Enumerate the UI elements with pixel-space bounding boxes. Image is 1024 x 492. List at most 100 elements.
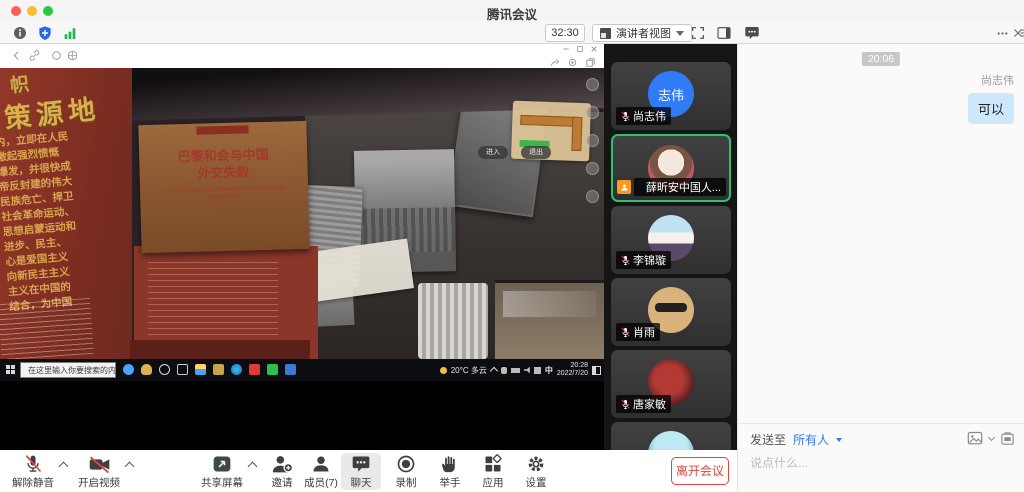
taskbar-date: 2022/7/20 [557, 370, 588, 377]
send-image-icon[interactable] [967, 431, 983, 446]
side-panel-toggle-icon[interactable] [716, 25, 732, 41]
mic-muted-icon [621, 255, 630, 266]
pano-button-icon [586, 78, 599, 91]
minimize-icon [562, 45, 570, 53]
taskbar-app-icons [123, 364, 296, 375]
app-icon [285, 364, 296, 375]
security-shield-icon[interactable] [37, 25, 53, 41]
share-screen-button[interactable]: 共享屏幕 [192, 453, 252, 490]
raise-hand-button[interactable]: 举手 [430, 453, 470, 490]
shared-window-controls [562, 45, 598, 53]
participant-name: 肖雨 [633, 324, 655, 340]
participant-name: 李锦璇 [633, 252, 666, 268]
mic-muted-icon [621, 111, 630, 122]
tray-expand-icon [490, 367, 498, 375]
display-case [495, 280, 604, 359]
exhibit-panel-subtitle: China's Diplomatic Failure at the Paris … [140, 185, 308, 203]
participant-label: 唐家敏 [616, 395, 671, 413]
chevron-down-icon[interactable] [988, 433, 995, 440]
app-icon [141, 364, 152, 375]
send-to-label: 发送至 [750, 431, 786, 448]
panel-menu-icon[interactable] [1019, 27, 1024, 39]
unmute-button[interactable]: 解除静音 [4, 453, 62, 490]
network-signal-icon[interactable] [62, 25, 78, 41]
message-bubble: 可以 [968, 93, 1014, 124]
app-icon [249, 364, 260, 375]
meeting-toolbar: 32:30 演讲者视图 聊天 [0, 22, 1024, 44]
panel-tab [196, 125, 248, 134]
avatar [648, 431, 694, 450]
pano-exit-pill: 退出 [521, 146, 551, 159]
pano-button-icon [586, 134, 599, 147]
exhibit-panel: 巴黎和会与中国 外交失败 China's Diplomatic Failure … [138, 121, 309, 253]
participant-tile[interactable]: 志伟 尚志伟 [611, 62, 731, 130]
titlebar: 腾讯会议 [0, 0, 1024, 22]
app-icon [159, 364, 170, 375]
screenshot-icon[interactable] [1000, 431, 1015, 446]
gear-icon [526, 454, 546, 474]
apps-button[interactable]: 应用 [472, 453, 514, 490]
chevron-down-icon [836, 438, 842, 442]
settings-small-icon [567, 57, 578, 68]
pano-button-icon [586, 162, 599, 175]
taskbar-search: 在这里输入你要搜索的内容 [20, 362, 116, 378]
chat-more-icon[interactable] [996, 27, 1009, 40]
shared-screen-panorama: 帜 策源地 内，立即在人民 激起强烈愤慨 爆发，并很快成 帝反封建的伟大 民族危… [0, 68, 604, 359]
leave-meeting-button[interactable]: 离开会议 [671, 457, 729, 485]
participant-name: 唐家敏 [633, 396, 666, 412]
participant-tile-active-speaker[interactable]: 薛昕安中国人... [611, 134, 731, 202]
pano-enter-pill: 进入 [478, 146, 508, 159]
members-button[interactable]: 成员(7) [296, 453, 346, 490]
taskbar-tray: 20°C 多云 中 20:28 2022/7/20 [440, 359, 601, 381]
participant-strip: 志伟 尚志伟 薛昕安中国人... 李 [604, 44, 737, 450]
chat-bubble-icon [744, 25, 760, 41]
meeting-info-icon[interactable] [12, 25, 28, 41]
invite-icon [271, 454, 293, 474]
start-video-button[interactable]: 开启视频 [70, 453, 128, 490]
send-to-dropdown[interactable]: 所有人 [793, 431, 829, 448]
app-icon [231, 364, 242, 375]
settings-button[interactable]: 设置 [515, 453, 557, 490]
shared-screen: 帜 策源地 内，立即在人民 激起强烈愤慨 爆发，并很快成 帝反封建的伟大 民族危… [0, 44, 604, 381]
members-icon [311, 454, 331, 474]
chevron-down-icon [676, 31, 684, 36]
chat-button[interactable]: 聊天 [341, 453, 381, 490]
app-icon [195, 364, 206, 375]
message-sender: 尚志伟 [968, 72, 1014, 88]
meeting-timer: 32:30 [545, 24, 585, 42]
record-button[interactable]: 录制 [385, 453, 427, 490]
participant-tile[interactable]: 肖雨 [611, 278, 731, 346]
floorplan-hall [571, 117, 582, 151]
close-icon [590, 45, 598, 53]
control-bar: 解除静音 开启视频 共享屏幕 邀请 成员(7) 聊天 录制 [0, 450, 737, 492]
back-icon [10, 49, 23, 62]
exhibit-left-wall: 帜 策源地 内，立即在人民 激起强烈愤慨 爆发，并很快成 帝反封建的伟大 民族危… [0, 68, 132, 359]
view-mode-label: 演讲者视图 [616, 25, 671, 41]
tray-volume-icon [524, 367, 530, 374]
wall-gold-text: 内，立即在人民 激起强烈愤慨 爆发，并很快成 帝反封建的伟大 民族危亡、捍卫 社… [0, 125, 140, 316]
exhibit-panel-title: 巴黎和会与中国 外交失败 [139, 145, 308, 183]
copy-icon [585, 57, 596, 68]
participant-name-chip: 薛昕安中国人... [634, 178, 726, 196]
tray-network-icon [534, 367, 541, 374]
mic-muted-icon [621, 327, 630, 338]
participant-tile[interactable]: 唐家敏 [611, 350, 731, 418]
taskbar-time: 20:28 [570, 362, 588, 369]
record-icon [396, 454, 416, 474]
view-mode-dropdown[interactable]: 演讲者视图 [592, 24, 692, 42]
camera-off-icon [88, 455, 111, 474]
chat-icon [351, 454, 371, 474]
participant-tile[interactable] [611, 422, 731, 450]
shared-viewer-toolbar [0, 44, 604, 68]
chat-input[interactable] [750, 456, 1010, 470]
participant-label: 尚志伟 [616, 107, 671, 125]
chat-timestamp: 20:06 [862, 52, 900, 66]
fullscreen-icon[interactable] [690, 25, 706, 41]
host-badge-icon [617, 180, 631, 194]
globe-icon [66, 49, 79, 62]
windows-start-icon [6, 365, 16, 375]
weather-icon [440, 367, 447, 374]
action-center-icon [592, 366, 601, 375]
participant-tile[interactable]: 李锦璇 [611, 206, 731, 274]
participant-name: 尚志伟 [633, 108, 666, 124]
